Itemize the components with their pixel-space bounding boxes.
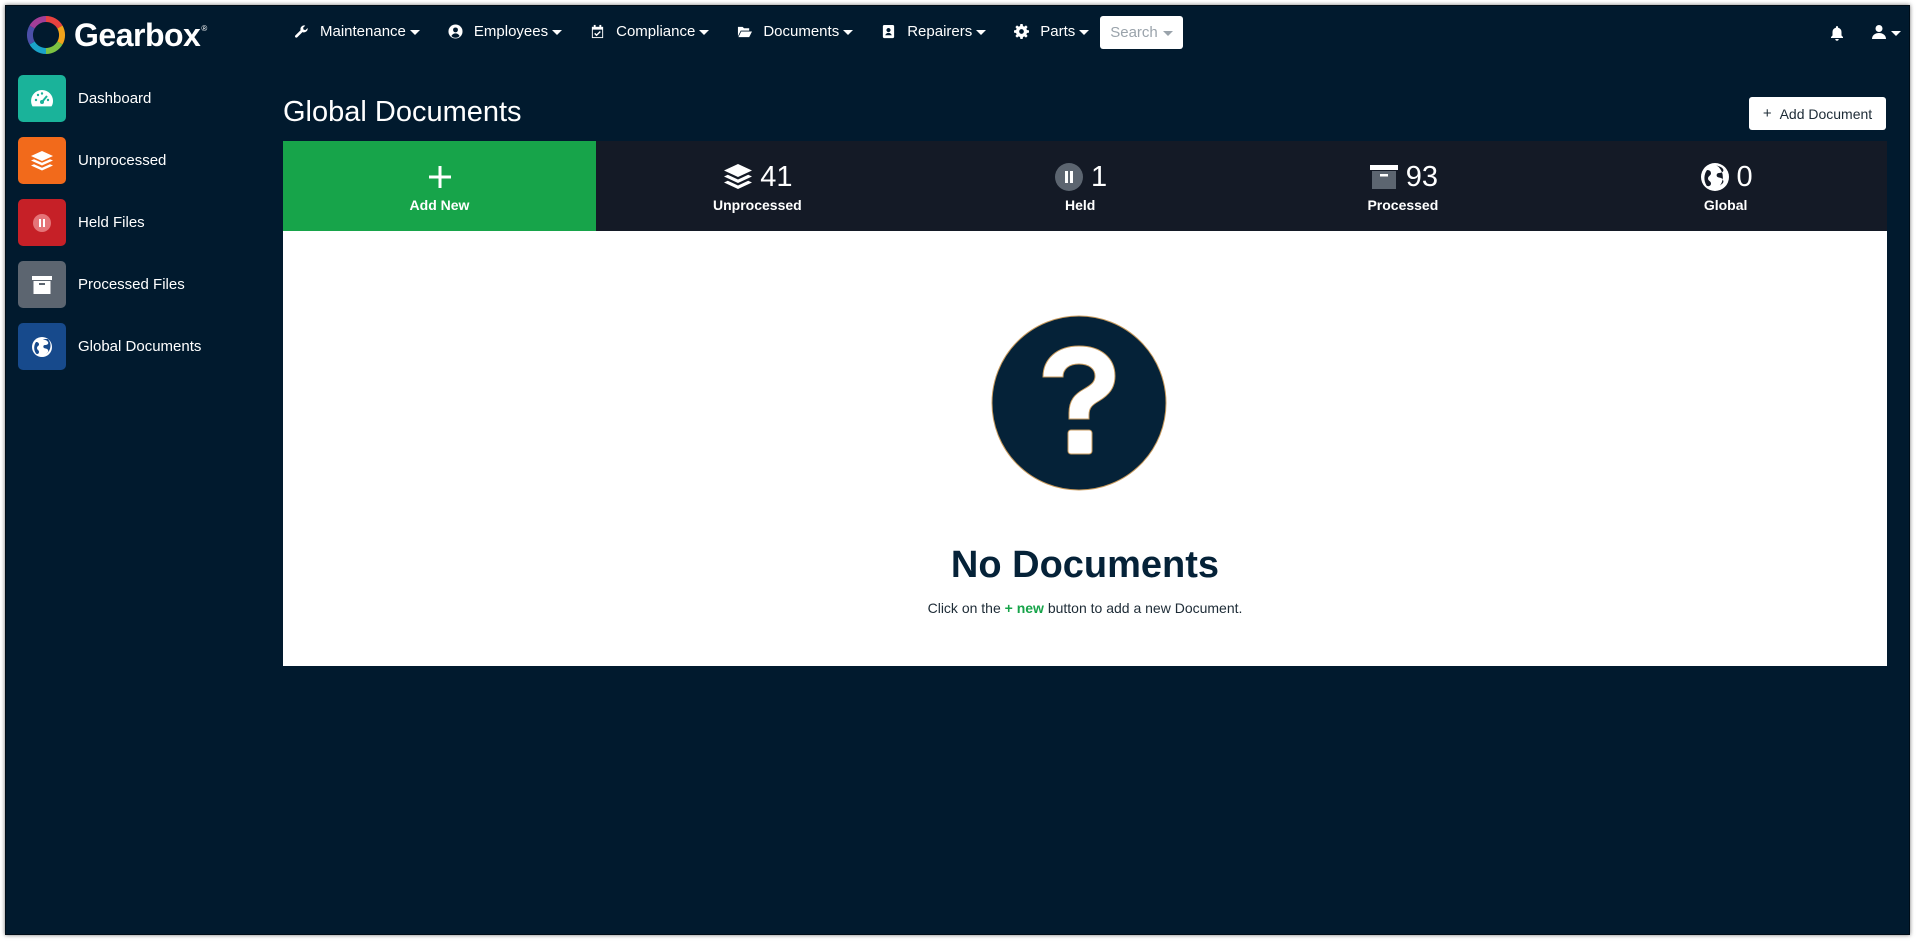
stat-count: 41 — [760, 160, 793, 193]
stat-label: Global — [1703, 197, 1748, 213]
gear-icon — [1014, 24, 1030, 39]
bell-icon[interactable] — [1829, 25, 1845, 41]
stat-add-new[interactable]: Add New — [283, 141, 596, 231]
contact-card-icon — [883, 24, 895, 39]
chevron-down-icon — [409, 30, 420, 35]
nav-maintenance-label: Maintenance — [320, 23, 406, 40]
nav-compliance[interactable]: Compliance — [590, 23, 710, 40]
stat-count: 93 — [1405, 160, 1438, 193]
chevron-down-icon — [976, 30, 987, 35]
app-window: Gearbox ® Maintenance Employees Complian… — [5, 5, 1910, 935]
stat-processed[interactable]: 93 Processed — [1242, 141, 1565, 231]
empty-state-message: Click on the + new button to add a new D… — [283, 600, 1887, 616]
chevron-down-icon — [1079, 30, 1090, 35]
globe-icon — [1700, 163, 1729, 191]
document-stats-bar: Add New 41 Unprocessed 1 Held 93 Process… — [283, 141, 1887, 231]
gearbox-logo-icon — [26, 15, 66, 55]
main-nav: Maintenance Employees Compliance Documen… — [294, 23, 1117, 40]
calendar-check-icon — [591, 24, 604, 39]
nav-employees-label: Employees — [473, 23, 549, 40]
wrench-icon — [295, 25, 308, 38]
nav-maintenance[interactable]: Maintenance — [294, 23, 420, 40]
add-document-label: Add Document — [1779, 105, 1873, 122]
user-icon — [1872, 25, 1886, 39]
search-label: Search — [1110, 24, 1158, 41]
archive-icon — [1369, 165, 1398, 189]
chevron-down-icon — [552, 30, 563, 35]
search-dropdown-button[interactable]: Search — [1100, 16, 1183, 49]
user-menu[interactable] — [1871, 24, 1901, 40]
sidebar-item-dashboard[interactable]: Dashboard — [18, 75, 278, 122]
nav-parts-label: Parts — [1040, 23, 1076, 40]
sidebar-item-label: Held Files — [78, 214, 145, 231]
documents-panel: No Documents Click on the + new button t… — [283, 231, 1887, 666]
archive-icon — [32, 275, 52, 294]
brand-logo[interactable]: Gearbox ® — [26, 15, 207, 55]
nav-documents[interactable]: Documents — [737, 23, 854, 40]
empty-state-new-link[interactable]: + new — [1005, 600, 1044, 616]
stat-label: Held — [1064, 197, 1096, 213]
stat-count: 1 — [1091, 160, 1108, 193]
sidebar-item-unprocessed[interactable]: Unprocessed — [18, 137, 278, 184]
stat-count: 0 — [1736, 160, 1753, 193]
chevron-down-icon — [843, 30, 854, 35]
nav-documents-label: Documents — [763, 23, 840, 40]
stat-unprocessed[interactable]: 41 Unprocessed — [596, 141, 919, 231]
add-document-button[interactable]: + Add Document — [1749, 97, 1886, 130]
page-title: Global Documents — [283, 96, 522, 128]
globe-icon — [32, 336, 52, 357]
chevron-down-icon — [1162, 31, 1173, 36]
empty-state-text-after: button to add a new Document. — [1043, 600, 1243, 616]
plus-icon — [428, 166, 451, 188]
plus-icon: + — [1762, 105, 1772, 122]
empty-state-text-before: Click on the — [927, 600, 1005, 616]
chevron-down-icon — [699, 30, 710, 35]
stat-label: Add New — [409, 197, 470, 213]
brand-name: Gearbox — [74, 16, 201, 53]
sidebar-item-global-documents[interactable]: Global Documents — [18, 323, 278, 370]
top-navbar: Gearbox ® Maintenance Employees Complian… — [6, 6, 1909, 62]
stat-global[interactable]: 0 Global — [1564, 141, 1887, 231]
sidebar-item-label: Unprocessed — [78, 152, 167, 169]
layers-icon — [31, 150, 53, 170]
sidebar-item-held-files[interactable]: Held Files — [18, 199, 278, 246]
sidebar: Dashboard Unprocessed Held Files Process… — [18, 75, 278, 385]
nav-compliance-label: Compliance — [616, 23, 696, 40]
sidebar-icon-tile — [18, 75, 66, 122]
pause-icon — [1055, 163, 1084, 191]
question-circle-icon — [991, 315, 1167, 491]
sidebar-item-processed-files[interactable]: Processed Files — [18, 261, 278, 308]
user-circle-icon — [448, 24, 463, 39]
sidebar-icon-tile — [18, 137, 66, 184]
nav-repairers[interactable]: Repairers — [881, 23, 987, 40]
nav-parts[interactable]: Parts — [1014, 23, 1090, 40]
sidebar-item-label: Processed Files — [78, 276, 185, 293]
stat-label: Processed — [1367, 197, 1439, 213]
nav-employees[interactable]: Employees — [448, 23, 563, 40]
stat-held[interactable]: 1 Held — [919, 141, 1242, 231]
sidebar-item-label: Dashboard — [78, 90, 152, 107]
stat-label: Unprocessed — [713, 197, 802, 213]
dashboard-gauge-icon — [31, 89, 53, 106]
brand-registered-mark: ® — [201, 23, 208, 33]
empty-state-title: No Documents — [950, 544, 1220, 586]
layers-icon — [724, 164, 753, 189]
sidebar-icon-tile — [18, 323, 66, 370]
sidebar-item-label: Global Documents — [78, 338, 202, 355]
pause-icon — [33, 213, 51, 232]
nav-repairers-label: Repairers — [907, 23, 973, 40]
folder-open-icon — [738, 26, 753, 38]
sidebar-icon-tile — [18, 199, 66, 246]
sidebar-icon-tile — [18, 261, 66, 308]
chevron-down-icon — [1891, 30, 1901, 36]
